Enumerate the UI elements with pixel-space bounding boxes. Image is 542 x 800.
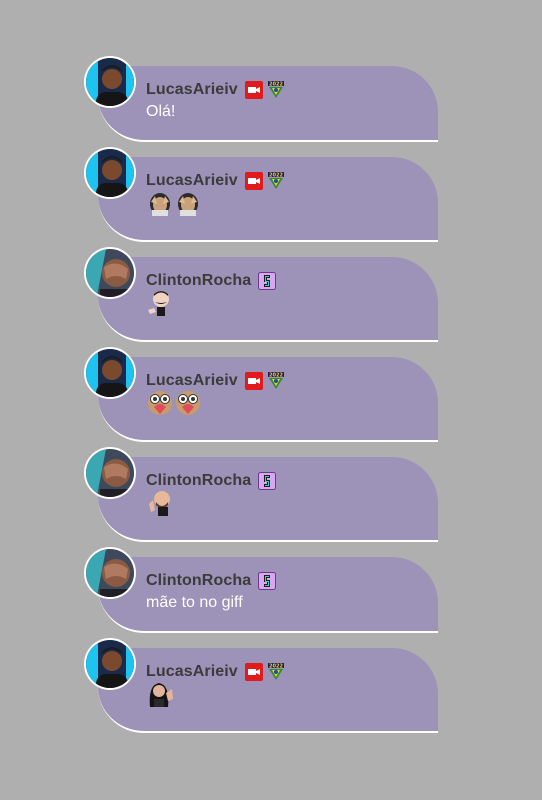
chat-message: LucasArieiv 2022 Olá! [84, 56, 440, 144]
subscriber-badge-icon [258, 472, 277, 490]
message-text: Olá! [146, 103, 176, 120]
username[interactable]: LucasArieiv [146, 81, 238, 99]
svg-text:2022: 2022 [269, 664, 283, 670]
emote-list [146, 388, 202, 416]
chat-message: ClintonRocha [84, 247, 440, 343]
face-palm-emote [146, 188, 174, 216]
chat-message: ClintonRocha mãe to no giff [84, 547, 440, 635]
avatar-lucasarieiv [84, 147, 136, 199]
soccer-2022-badge-icon: 2022 [267, 81, 285, 99]
avatar-clintonrocha [84, 247, 136, 299]
avatar-lucasarieiv [84, 347, 136, 399]
soccer-2022-badge-icon: 2022 [267, 372, 285, 390]
username[interactable]: ClintonRocha [146, 572, 251, 590]
avatar-clintonrocha [84, 547, 136, 599]
svg-text:2022: 2022 [269, 82, 283, 88]
emote-list [146, 679, 174, 707]
subscriber-badge-icon [258, 272, 277, 290]
subscriber-badge-icon [258, 572, 277, 590]
emote-list [146, 288, 174, 316]
camera-badge-icon [244, 372, 263, 390]
chat-message: LucasArieiv 2022 [84, 147, 440, 243]
message-text: mãe to no giff [146, 594, 243, 611]
avatar-lucasarieiv [84, 638, 136, 690]
emote-list [146, 188, 202, 216]
owl-heart-emote [174, 388, 202, 416]
woman-wave-emote [146, 679, 174, 707]
chat-message: LucasArieiv 2022 [84, 638, 440, 734]
emote-list [146, 488, 174, 516]
camera-badge-icon [244, 81, 263, 99]
face-palm-emote [174, 188, 202, 216]
mustache-man-emote [146, 288, 174, 316]
owl-heart-emote [146, 388, 174, 416]
soccer-2022-badge-icon: 2022 [267, 663, 285, 681]
camera-badge-icon [244, 663, 263, 681]
soccer-2022-badge-icon: 2022 [267, 172, 285, 190]
svg-text:2022: 2022 [269, 173, 283, 179]
chat-message: LucasArieiv 2022 [84, 347, 440, 443]
bald-man-wave-emote [146, 488, 174, 516]
chat-message: ClintonRocha [84, 447, 440, 543]
svg-text:2022: 2022 [269, 373, 283, 379]
chat-overlay: LucasArieiv 2022 Olá! LucasArieiv 2022 C… [0, 0, 542, 800]
camera-badge-icon [244, 172, 263, 190]
avatar-lucasarieiv [84, 56, 136, 108]
avatar-clintonrocha [84, 447, 136, 499]
